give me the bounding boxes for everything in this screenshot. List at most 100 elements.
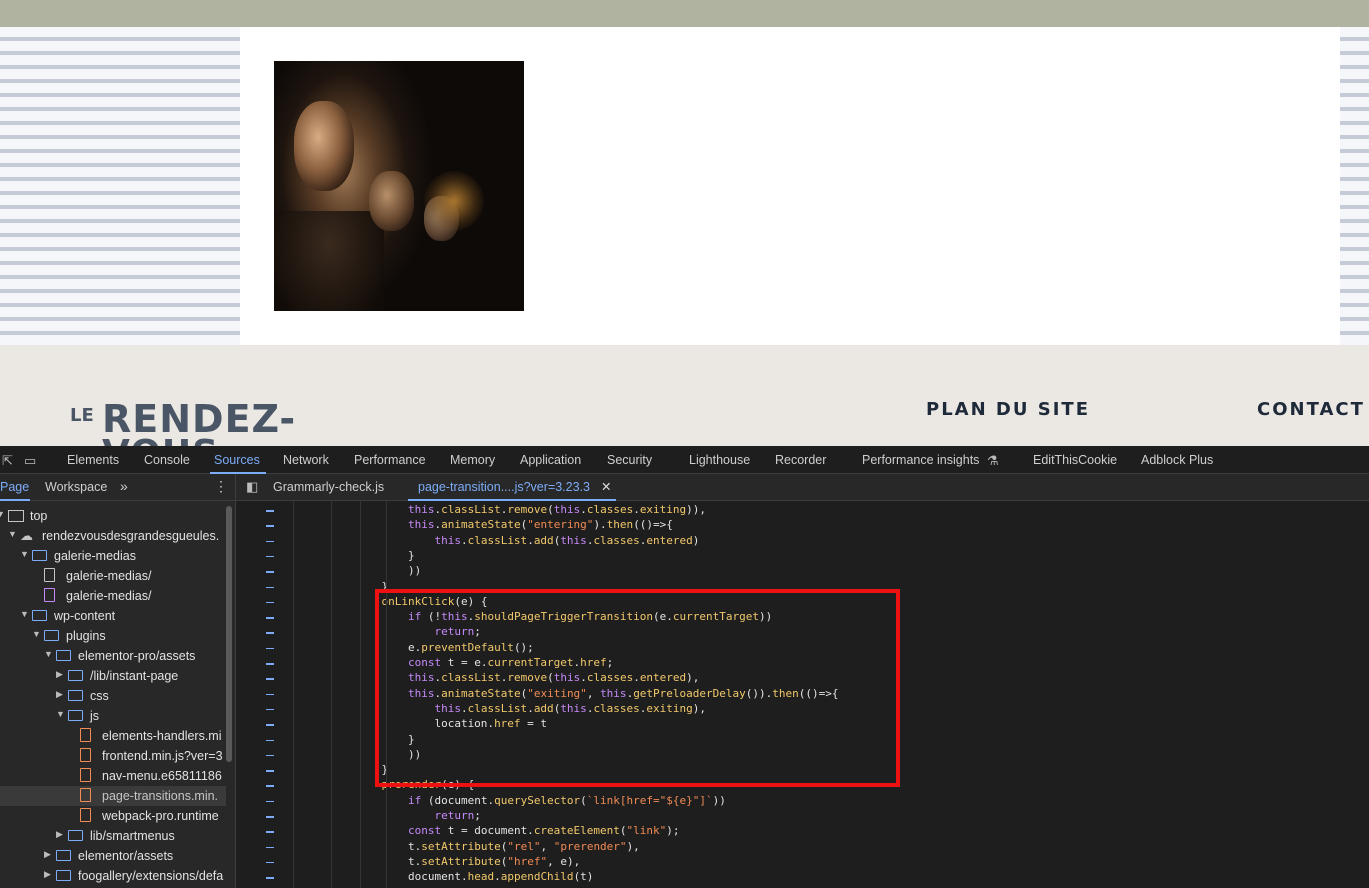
footer-link-sitemap[interactable]: PLAN DU SITE bbox=[926, 399, 1090, 420]
line-marker[interactable] bbox=[266, 816, 274, 818]
line-marker[interactable] bbox=[266, 663, 274, 665]
tree-item[interactable]: ▶ elementor/assets bbox=[0, 846, 226, 866]
tree-item[interactable]: galerie-medias/ bbox=[0, 566, 226, 586]
more-options-icon[interactable]: ⋮ bbox=[214, 478, 228, 495]
tree-item[interactable]: ▼ top bbox=[0, 506, 226, 526]
expand-arrow-icon[interactable]: ▶ bbox=[56, 829, 63, 840]
inspect-icon[interactable]: ⇱ bbox=[2, 453, 13, 469]
line-marker[interactable] bbox=[266, 555, 274, 558]
line-marker[interactable] bbox=[266, 678, 274, 680]
code-line[interactable]: t.setAttribute("rel", "prerender"), bbox=[302, 840, 640, 855]
tab-application[interactable]: Application bbox=[520, 453, 581, 467]
tree-item[interactable]: webpack-pro.runtime bbox=[0, 806, 226, 826]
expand-arrow-icon[interactable]: ▼ bbox=[0, 509, 5, 519]
line-marker[interactable] bbox=[266, 510, 274, 512]
tab-lighthouse[interactable]: Lighthouse bbox=[689, 453, 750, 467]
expand-arrow-icon[interactable]: ▶ bbox=[44, 849, 51, 860]
line-marker[interactable] bbox=[266, 525, 274, 527]
line-marker[interactable] bbox=[266, 632, 274, 634]
code-line[interactable]: return; bbox=[302, 809, 480, 824]
tree-item-label: page-transitions.min. bbox=[102, 789, 219, 803]
line-marker[interactable] bbox=[266, 861, 274, 864]
tree-item[interactable]: nav-menu.e65811186 bbox=[0, 766, 226, 786]
code-line[interactable]: } bbox=[302, 549, 415, 564]
line-marker[interactable] bbox=[266, 800, 274, 803]
expand-arrow-icon[interactable]: ▶ bbox=[44, 869, 51, 880]
more-tabs-icon[interactable]: » bbox=[120, 478, 128, 494]
expand-arrow-icon[interactable]: ▶ bbox=[56, 669, 63, 680]
line-marker[interactable] bbox=[266, 754, 274, 757]
tree-item-label: webpack-pro.runtime bbox=[102, 809, 219, 823]
expand-arrow-icon[interactable]: ▼ bbox=[32, 629, 41, 639]
tree-item[interactable]: ▼ galerie-medias bbox=[0, 546, 226, 566]
navigator-tab-page[interactable]: Page bbox=[0, 480, 29, 494]
tree-item[interactable]: galerie-medias/ bbox=[0, 586, 226, 606]
editor-tab-grammarly[interactable]: Grammarly-check.js bbox=[273, 480, 384, 494]
expand-arrow-icon[interactable]: ▼ bbox=[56, 709, 65, 719]
line-marker[interactable] bbox=[266, 708, 274, 711]
code-line[interactable]: this.classList.remove(this.classes.exiti… bbox=[302, 503, 706, 518]
tree-item[interactable]: ▼ elementor-pro/assets bbox=[0, 646, 226, 666]
editor-tab-page-transition[interactable]: page-transition....js?ver=3.23.3 bbox=[418, 480, 590, 494]
expand-arrow-icon[interactable]: ▼ bbox=[20, 549, 29, 559]
tab-performance[interactable]: Performance bbox=[354, 453, 426, 467]
navigator-tab-workspace[interactable]: Workspace bbox=[45, 480, 107, 494]
tree-item[interactable]: ▼ ☁ rendezvousdesgrandesgueules. bbox=[0, 526, 226, 546]
expand-arrow-icon[interactable]: ▼ bbox=[8, 529, 17, 539]
expand-arrow-icon[interactable]: ▼ bbox=[44, 649, 53, 659]
tab-memory[interactable]: Memory bbox=[450, 453, 495, 467]
audience-photo[interactable] bbox=[274, 61, 524, 311]
line-marker[interactable] bbox=[266, 571, 274, 573]
tab-adblock-plus[interactable]: Adblock Plus bbox=[1141, 453, 1213, 467]
line-marker[interactable] bbox=[266, 785, 274, 787]
device-toolbar-icon[interactable]: ▭ bbox=[24, 453, 36, 469]
expand-arrow-icon[interactable]: ▶ bbox=[56, 689, 63, 700]
tree-item-label: top bbox=[30, 509, 48, 523]
tab-console[interactable]: Console bbox=[144, 453, 190, 467]
tree-item[interactable]: ▶ css bbox=[0, 686, 226, 706]
code-line[interactable]: document.head.appendChild(t) bbox=[302, 870, 593, 885]
folder-icon bbox=[56, 870, 71, 881]
expand-arrow-icon[interactable]: ▼ bbox=[20, 609, 29, 619]
line-marker[interactable] bbox=[266, 540, 274, 543]
tab-recorder[interactable]: Recorder bbox=[775, 453, 826, 467]
tab-sources[interactable]: Sources bbox=[214, 453, 260, 467]
line-marker[interactable] bbox=[266, 877, 274, 879]
toggle-navigator-icon[interactable]: ◧ bbox=[246, 479, 258, 495]
close-tab-icon[interactable]: ✕ bbox=[601, 479, 611, 494]
tree-item[interactable]: page-transitions.min. bbox=[0, 786, 226, 806]
tree-item[interactable]: ▼ plugins bbox=[0, 626, 226, 646]
tree-item[interactable]: ▼ wp-content bbox=[0, 606, 226, 626]
tree-item[interactable]: ▶ foogallery/extensions/defa bbox=[0, 866, 226, 886]
line-marker[interactable] bbox=[266, 770, 274, 772]
line-marker[interactable] bbox=[266, 693, 274, 696]
code-line[interactable]: const t = document.createElement("link")… bbox=[302, 824, 680, 839]
code-line[interactable]: )) bbox=[302, 564, 421, 579]
code-line[interactable]: this.animateState("entering").then(()=>{ bbox=[302, 518, 673, 533]
logo-sub-text[interactable]: VOUS bbox=[102, 433, 219, 446]
tree-item[interactable]: elements-handlers.mi bbox=[0, 726, 226, 746]
navigator-scrollbar[interactable] bbox=[226, 506, 232, 762]
footer-link-contact[interactable]: CONTACT bbox=[1257, 399, 1365, 420]
code-line[interactable]: t.setAttribute("href", e), bbox=[302, 855, 580, 870]
code-line[interactable]: this.classList.add(this.classes.entered) bbox=[302, 534, 699, 549]
line-marker[interactable] bbox=[266, 601, 274, 604]
tab-network[interactable]: Network bbox=[283, 453, 329, 467]
line-marker[interactable] bbox=[266, 586, 274, 588]
tree-item[interactable]: ▶ lib/smartmenus bbox=[0, 826, 226, 846]
tab-editthiscookie[interactable]: EditThisCookie bbox=[1033, 453, 1117, 467]
tab-performance-insights[interactable]: Performance insights bbox=[862, 453, 979, 467]
tree-item[interactable]: frontend.min.js?ver=3 bbox=[0, 746, 226, 766]
line-marker[interactable] bbox=[266, 831, 274, 833]
tree-item[interactable]: ▶ /lib/instant-page bbox=[0, 666, 226, 686]
tab-security[interactable]: Security bbox=[607, 453, 652, 467]
line-marker[interactable] bbox=[266, 724, 274, 726]
line-marker[interactable] bbox=[266, 647, 274, 650]
logo-prefix[interactable]: LE bbox=[70, 405, 94, 426]
tab-elements[interactable]: Elements bbox=[67, 453, 119, 467]
line-marker[interactable] bbox=[266, 739, 274, 741]
tree-item[interactable]: ▼ js bbox=[0, 706, 226, 726]
code-line[interactable]: if (document.querySelector(`link[href="$… bbox=[302, 794, 726, 809]
line-marker[interactable] bbox=[266, 846, 274, 849]
line-marker[interactable] bbox=[266, 617, 274, 619]
